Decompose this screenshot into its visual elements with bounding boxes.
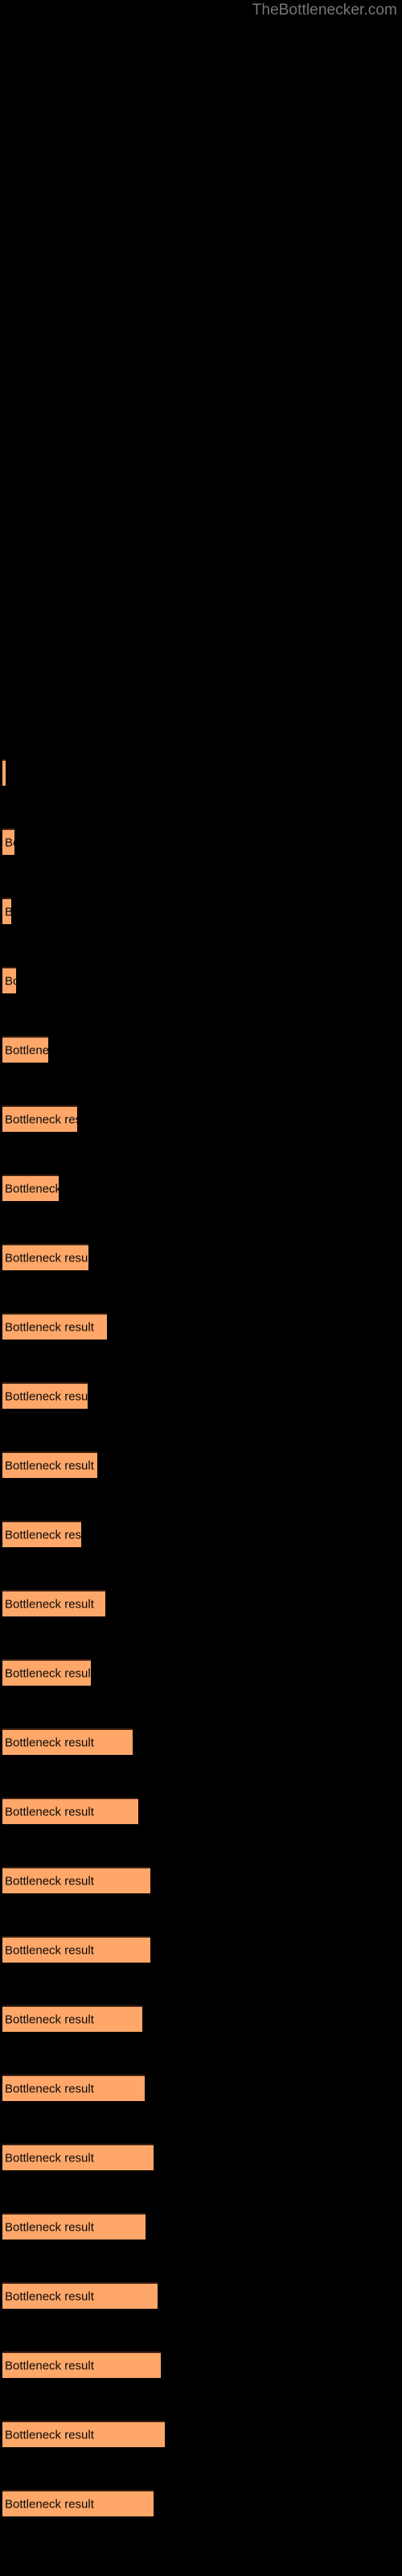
chart-bar[interactable]: Bottleneck result [2, 2490, 154, 2516]
page-root: TheBottlenecker.com Bottleneck resultBot… [0, 0, 402, 2576]
chart-bar-label: Bottleneck result [5, 1528, 81, 1542]
chart-bar-label: Bottleneck result [5, 2289, 94, 2303]
chart-bar[interactable]: Bottleneck result [2, 1798, 138, 1824]
chart-bar-label: Bottleneck result [5, 1459, 94, 1472]
chart-bar[interactable]: Bottleneck result [2, 2144, 154, 2170]
chart-bar[interactable]: Bottleneck result [2, 2213, 146, 2240]
chart-bar-label: Bottleneck result [5, 1320, 94, 1334]
chart-bar-label: Bottleneck result [5, 2151, 94, 2165]
chart-bar[interactable]: Bottleneck result [2, 759, 6, 786]
chart-bar[interactable]: Bottleneck result [2, 1521, 81, 1547]
chart-bar[interactable]: Bottleneck result [2, 2351, 161, 2378]
chart-bar[interactable]: Bottleneck result [2, 1313, 107, 1340]
chart-bar[interactable]: Bottleneck result [2, 1659, 91, 1686]
chart-bar-label: Bottleneck result [5, 2220, 94, 2234]
chart-bar[interactable]: Bottleneck result [2, 2421, 165, 2447]
chart-bar-label: Bottleneck result [5, 1113, 77, 1126]
chart-bar[interactable]: Bottleneck result [2, 1174, 59, 1201]
chart-bar[interactable]: Bottleneck result [2, 1867, 150, 1893]
chart-bar[interactable]: Bottleneck result [2, 1244, 88, 1270]
chart-bar[interactable]: Bottleneck result [2, 828, 14, 855]
chart-bar-label: Bottleneck result [5, 1043, 48, 1057]
chart-bar[interactable]: Bottleneck result [2, 2282, 158, 2309]
chart-bar-label: Bottleneck result [5, 2497, 94, 2511]
chart-bar-label: Bottleneck result [5, 1805, 94, 1818]
chart-bar-label: Bottleneck result [5, 2013, 94, 2026]
chart-bar[interactable]: Bottleneck result [2, 1382, 88, 1409]
chart-bar-label: Bottleneck result [5, 1736, 94, 1749]
chart-bar[interactable]: Bottleneck result [2, 1936, 150, 1963]
chart-bar-label: Bottleneck result [5, 766, 6, 780]
horizontal-bar-chart: Bottleneck result Bottleneck result Bottle… [0, 0, 402, 2576]
chart-bar-label: Bottleneck result [5, 836, 14, 849]
chart-bar-label: Bottleneck result [5, 905, 11, 919]
chart-bar[interactable]: Bottleneck result [2, 1728, 133, 1755]
chart-bar[interactable]: Bottleneck result [2, 1590, 105, 1616]
chart-bar-label: Bottleneck result [5, 2082, 94, 2095]
chart-bar[interactable]: Bottleneck result [2, 967, 16, 993]
chart-bar[interactable]: Bottleneck result [2, 898, 11, 924]
chart-bar[interactable]: Bottleneck result [2, 2005, 142, 2032]
chart-bar-label: Bottleneck result [5, 2359, 94, 2372]
chart-bar-label: Bottleneck result [5, 974, 16, 988]
chart-bar-label: Bottleneck result [5, 2428, 94, 2442]
chart-bar-label: Bottleneck result [5, 1389, 88, 1403]
chart-bar[interactable]: Bottleneck result [2, 2074, 145, 2101]
chart-bar[interactable]: Bottleneck result [2, 1036, 48, 1063]
chart-bar[interactable]: Bottleneck result [2, 1105, 77, 1132]
chart-bar-label: Bottleneck result [5, 1874, 94, 1888]
chart-bar-label: Bottleneck result [5, 1666, 91, 1680]
chart-bar-label: Bottleneck result [5, 1182, 59, 1195]
chart-bar-label: Bottleneck result [5, 1597, 94, 1611]
chart-bar-label: Bottleneck result [5, 1251, 88, 1265]
chart-bar[interactable]: Bottleneck result [2, 1451, 97, 1478]
chart-bar-label: Bottleneck result [5, 1943, 94, 1957]
